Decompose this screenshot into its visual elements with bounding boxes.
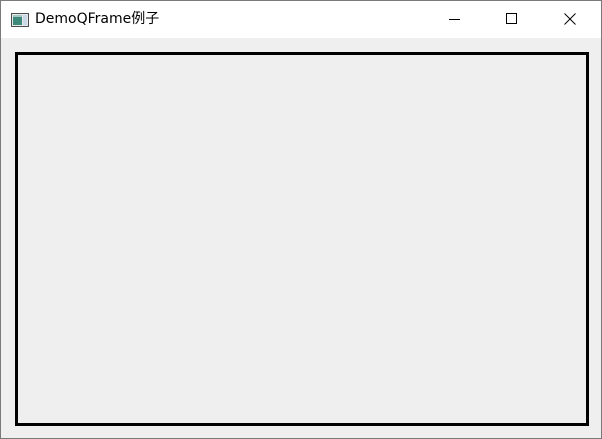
client-area <box>1 38 601 438</box>
qframe-box <box>15 52 589 426</box>
maximize-icon <box>506 10 518 29</box>
window-title: DemoQFrame例子 <box>35 11 160 27</box>
app-window-icon <box>11 12 29 27</box>
minimize-icon <box>449 10 461 29</box>
title-bar[interactable]: DemoQFrame例子 <box>1 1 601 38</box>
close-icon <box>564 10 576 29</box>
close-button[interactable] <box>547 1 593 38</box>
maximize-button[interactable] <box>489 1 535 38</box>
main-window: DemoQFrame例子 <box>0 0 602 439</box>
minimize-button[interactable] <box>432 1 478 38</box>
